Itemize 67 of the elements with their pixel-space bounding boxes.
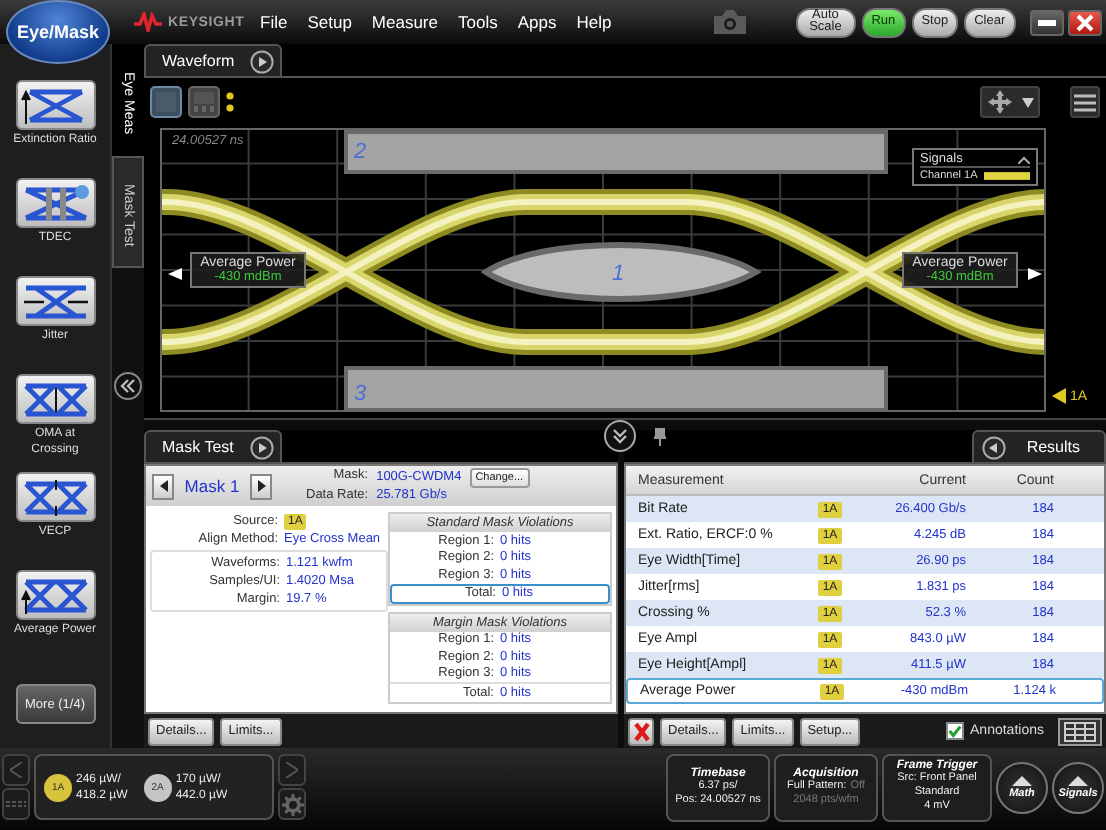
region-label: 2 xyxy=(354,140,367,164)
dashes-icon xyxy=(6,800,26,808)
pin-icon[interactable] xyxy=(654,427,666,445)
measure-button[interactable] xyxy=(15,472,95,522)
wave-logo-icon xyxy=(132,12,164,32)
next-button[interactable] xyxy=(250,473,272,499)
menu-item[interactable]: Apps xyxy=(517,12,557,32)
region-label: 1 xyxy=(612,262,625,286)
single-grid-icon[interactable] xyxy=(150,86,182,118)
menu-item[interactable]: Tools xyxy=(458,12,498,32)
settings-icon xyxy=(281,793,303,815)
up-triangle-icon xyxy=(1068,775,1088,785)
eye-pattern-icon xyxy=(19,477,91,517)
measure-button[interactable] xyxy=(15,374,95,424)
menu-button[interactable] xyxy=(1070,86,1100,118)
cross-icon xyxy=(633,721,649,741)
table-view-button[interactable] xyxy=(1058,717,1102,745)
camera-icon xyxy=(711,8,748,36)
measure-button[interactable] xyxy=(15,570,95,620)
eye-pattern-icon xyxy=(19,281,91,321)
menu-item[interactable]: Setup xyxy=(307,12,352,32)
right-triangle-icon xyxy=(257,480,265,492)
mask-name: Mask 1 xyxy=(182,476,242,496)
double-chevron-icon xyxy=(120,378,136,394)
tab-label: Waveform xyxy=(162,52,235,70)
dots-icon[interactable] xyxy=(226,92,234,112)
collapse-button[interactable] xyxy=(114,372,142,400)
menu-icon xyxy=(1074,93,1096,111)
menu-item[interactable]: Measure xyxy=(371,12,438,32)
checkbox[interactable] xyxy=(946,722,965,740)
collapse-icon xyxy=(1018,155,1030,163)
close-button[interactable] xyxy=(1068,9,1102,35)
double-chevron-icon xyxy=(612,428,628,444)
tab-label: Mask Test xyxy=(162,438,234,456)
triangle-marker-icon xyxy=(1052,388,1066,404)
table-icon xyxy=(1064,721,1096,741)
up-triangle-icon xyxy=(1012,775,1032,785)
play-icon xyxy=(250,49,275,73)
eye-pattern-icon xyxy=(19,379,91,419)
close-icon xyxy=(1076,13,1094,31)
marker-arrow-icon xyxy=(1028,268,1042,280)
previous-button[interactable] xyxy=(152,473,174,499)
marker-arrow-icon xyxy=(168,268,182,280)
settings-button[interactable] xyxy=(278,788,306,820)
checkmark-icon xyxy=(948,724,963,738)
measure-button[interactable] xyxy=(15,276,95,326)
move-icon xyxy=(987,90,1011,114)
play-icon xyxy=(249,435,274,459)
pan-button[interactable] xyxy=(980,86,1040,118)
measure-button[interactable] xyxy=(15,80,95,130)
menu-item[interactable]: Help xyxy=(576,12,612,32)
panel-tab[interactable]: Waveform xyxy=(144,44,283,76)
left-triangle-icon xyxy=(159,480,167,492)
minimize-icon xyxy=(1038,19,1056,25)
dropdown-icon xyxy=(1021,97,1033,107)
collapse-button[interactable] xyxy=(604,420,636,452)
delete-button[interactable] xyxy=(628,717,654,745)
back-icon xyxy=(982,435,1007,459)
panel-tab[interactable]: Mask Test xyxy=(144,430,282,462)
eye-pattern-icon xyxy=(19,183,91,223)
tab-label: Results xyxy=(1026,438,1080,456)
panel-tab[interactable]: Results xyxy=(972,430,1106,462)
region-label: 3 xyxy=(354,382,367,406)
minimize-button[interactable] xyxy=(1030,9,1064,35)
trace-swatch-icon xyxy=(983,172,1030,180)
menu-item[interactable]: File xyxy=(260,12,288,32)
eye-pattern-icon xyxy=(19,575,91,615)
